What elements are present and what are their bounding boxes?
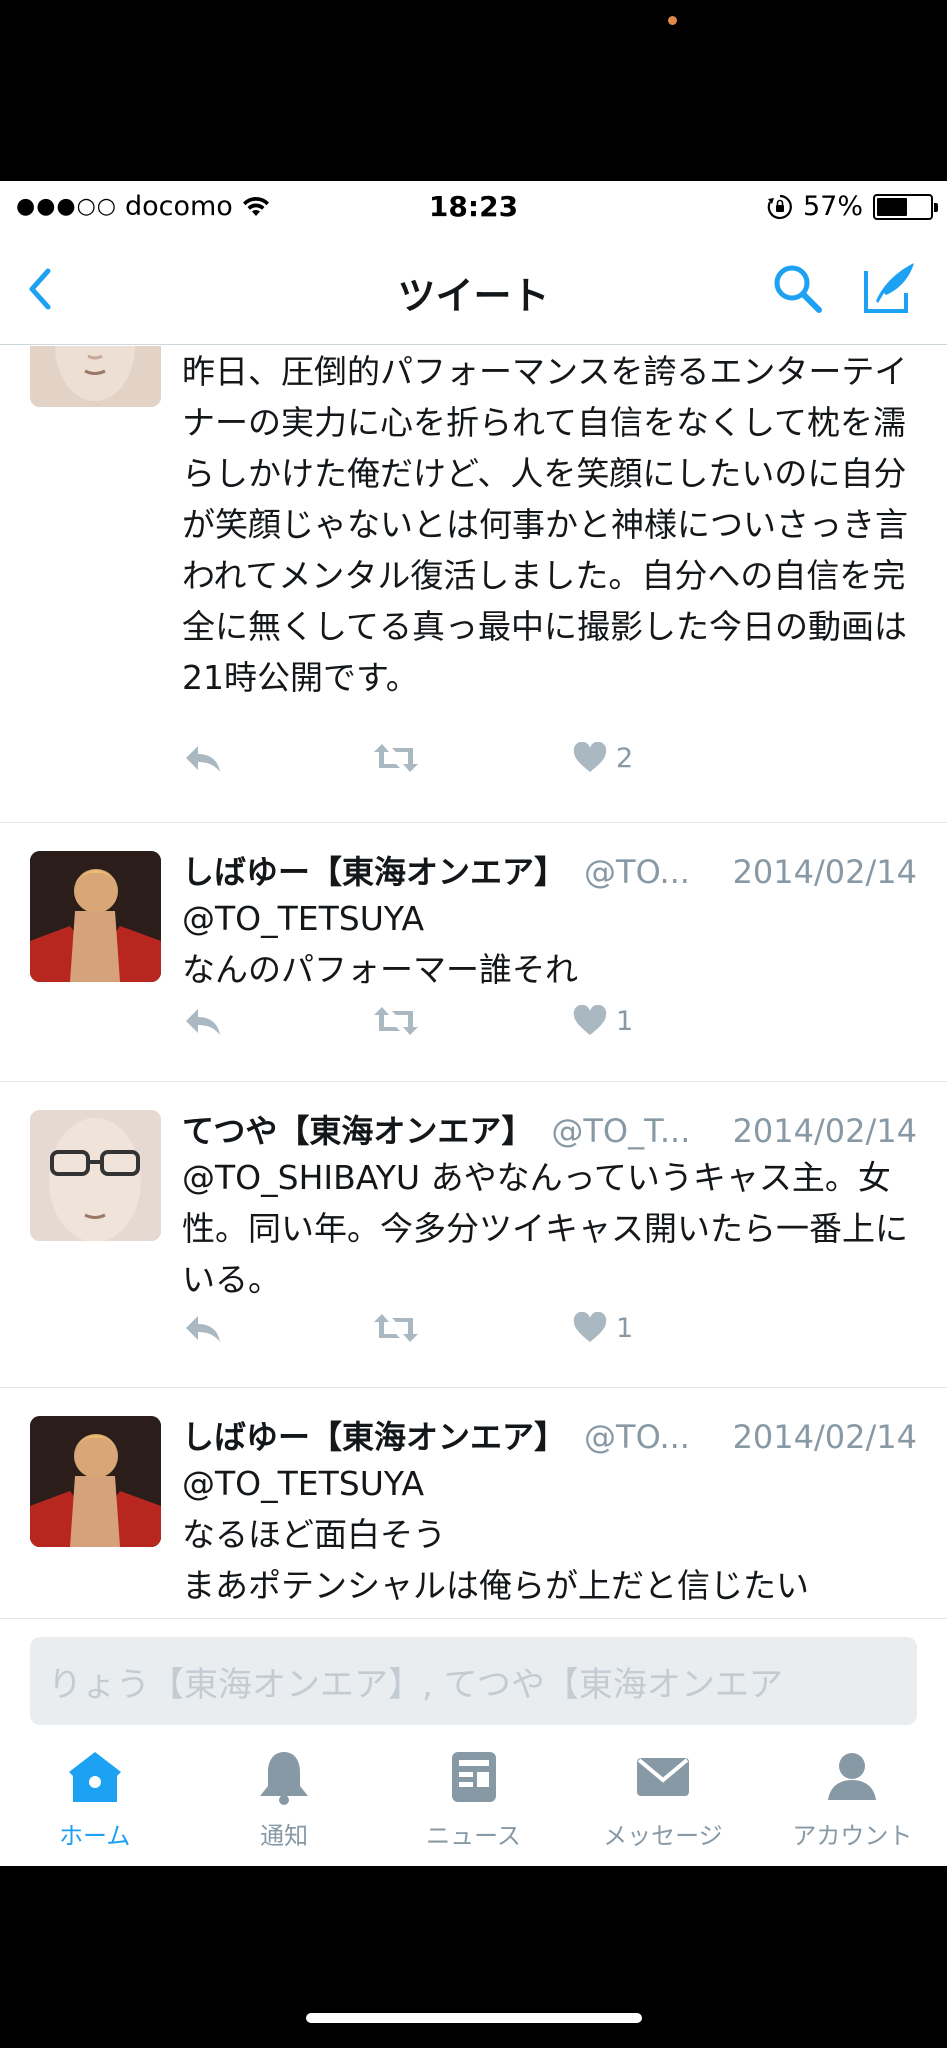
search-button[interactable] — [770, 261, 826, 317]
tweet-text-line: なんのパフォーマー誰それ — [182, 950, 578, 989]
home-indicator[interactable] — [306, 2013, 642, 2023]
compose-button[interactable] — [860, 257, 920, 317]
tab-bar: ホーム 通知 ニュース メッセージ アカウント — [0, 1738, 947, 1866]
tweet-date: 2014/02/14 — [732, 1112, 917, 1150]
retweet-icon — [374, 1007, 418, 1035]
author-name[interactable]: てつや【東海オンエア】 — [182, 1106, 533, 1152]
nav-bar: ツイート — [0, 235, 947, 345]
tab-label: メッセージ — [603, 1822, 723, 1850]
status-right: 57% — [767, 191, 938, 222]
search-icon — [774, 265, 822, 313]
avatar[interactable] — [30, 851, 161, 982]
tweet-text-line: なるほど面白そう — [182, 1515, 446, 1554]
tweet-text: @TO_TETSUYA なるほど面白そう まあポテンシャルは俺らが上だと信じたい — [182, 1458, 917, 1611]
avatar[interactable] — [30, 1416, 161, 1547]
avatar[interactable] — [30, 346, 161, 407]
author-handle[interactable]: @TO_T... — [551, 1112, 722, 1150]
news-icon — [451, 1752, 496, 1802]
author-handle[interactable]: @TO... — [584, 1418, 723, 1456]
bell-icon — [260, 1752, 309, 1805]
tweet-text-line: @TO_TETSUYA — [182, 1464, 425, 1503]
retweet-button[interactable] — [372, 738, 572, 778]
battery-percent: 57% — [802, 191, 863, 222]
tweet-actions: 2 — [182, 738, 692, 778]
status-bar: ●●●○○ docomo 18:23 57% — [0, 181, 947, 235]
heart-icon — [573, 1312, 607, 1342]
camera-dot — [668, 16, 677, 25]
like-count: 1 — [616, 1005, 634, 1037]
avatar[interactable] — [30, 1110, 161, 1241]
reply-icon — [186, 1316, 220, 1342]
tweet-header: しばゆー【東海オンエア】 @TO... 2014/02/14 — [182, 1412, 917, 1458]
tab-label: ホーム — [59, 1822, 131, 1850]
heart-icon — [573, 1005, 607, 1035]
tab-label: ニュース — [426, 1822, 521, 1850]
tab-home[interactable]: ホーム — [0, 1738, 189, 1866]
battery-level — [877, 197, 907, 216]
home-icon — [68, 1752, 121, 1802]
like-count: 1 — [616, 1312, 634, 1344]
tweet-item[interactable]: てつや【東海オンエア】 @TO_T... 2014/02/14 @TO_SHIB… — [0, 1082, 947, 1388]
author-name[interactable]: しばゆー【東海オンエア】 — [182, 847, 566, 893]
tweet-text: 昨日、圧倒的パフォーマンスを誇るエンターテイナーの実力に心を折られて自信をなくし… — [182, 352, 908, 697]
retweet-button[interactable] — [372, 1001, 572, 1041]
tweet-item[interactable]: しばゆー【東海オンエア】 @TO... 2014/02/14 @TO_TETSU… — [0, 823, 947, 1082]
reply-icon — [186, 746, 220, 772]
tab-messages[interactable]: メッセージ — [568, 1738, 757, 1866]
tweet-item[interactable]: 昨日、圧倒的パフォーマンスを誇るエンターテイナーの実力に心を折られて自信をなくし… — [0, 346, 947, 823]
tweet-list: 昨日、圧倒的パフォーマンスを誇るエンターテイナーの実力に心を折られて自信をなくし… — [0, 346, 947, 1616]
like-button[interactable]: 2 — [572, 738, 692, 778]
reply-composer: りょう【東海オンエア】, てつや【東海オンエア — [0, 1618, 947, 1738]
tweet-text: @TO_TETSUYA なんのパフォーマー誰それ — [182, 893, 917, 995]
reply-icon — [186, 1009, 220, 1035]
reply-input[interactable]: りょう【東海オンエア】, てつや【東海オンエア — [30, 1637, 917, 1725]
retweet-button[interactable] — [372, 1308, 572, 1348]
tweet-actions: 1 — [182, 1001, 692, 1041]
tweet-date: 2014/02/14 — [732, 1418, 917, 1456]
tab-news[interactable]: ニュース — [379, 1738, 568, 1866]
tweet-text-line: まあポテンシャルは俺らが上だと信じたい — [182, 1566, 809, 1605]
tab-label: 通知 — [260, 1822, 309, 1850]
heart-icon — [573, 742, 607, 772]
tweet-date: 2014/02/14 — [732, 853, 917, 891]
retweet-icon — [374, 744, 418, 772]
tab-label: アカウント — [792, 1822, 913, 1850]
tweet-header: てつや【東海オンエア】 @TO_T... 2014/02/14 — [182, 1106, 917, 1152]
like-button[interactable]: 1 — [572, 1308, 692, 1348]
reply-button[interactable] — [182, 738, 372, 778]
like-count: 2 — [616, 742, 634, 774]
tweet-actions: 1 — [182, 1308, 692, 1348]
battery-icon — [873, 193, 938, 220]
app-screen: ●●●○○ docomo 18:23 57% ツイート 昨日、圧倒的パフォーマン… — [0, 181, 947, 1866]
tweet-text: @TO_SHIBAYU あやなんっていうキャス主。女性。同い年。今多分ツイキャス… — [182, 1158, 908, 1299]
author-handle[interactable]: @TO... — [584, 853, 723, 891]
reply-placeholder: りょう【東海オンエア】, てつや【東海オンエア — [48, 1664, 783, 1705]
reply-button[interactable] — [182, 1001, 372, 1041]
tweet-text-line: @TO_TETSUYA — [182, 899, 425, 938]
orientation-lock-icon — [767, 194, 792, 219]
author-name[interactable]: しばゆー【東海オンエア】 — [182, 1412, 566, 1458]
retweet-icon — [374, 1314, 418, 1342]
tweet-item[interactable]: しばゆー【東海オンエア】 @TO... 2014/02/14 @TO_TETSU… — [0, 1388, 947, 1616]
person-icon — [828, 1753, 877, 1800]
tab-account[interactable]: アカウント — [758, 1738, 947, 1866]
envelope-icon — [636, 1758, 689, 1796]
compose-icon — [864, 263, 914, 313]
like-button[interactable]: 1 — [572, 1001, 692, 1041]
tab-notifications[interactable]: 通知 — [189, 1738, 378, 1866]
tweet-header: しばゆー【東海オンエア】 @TO... 2014/02/14 — [182, 847, 917, 893]
reply-button[interactable] — [182, 1308, 372, 1348]
